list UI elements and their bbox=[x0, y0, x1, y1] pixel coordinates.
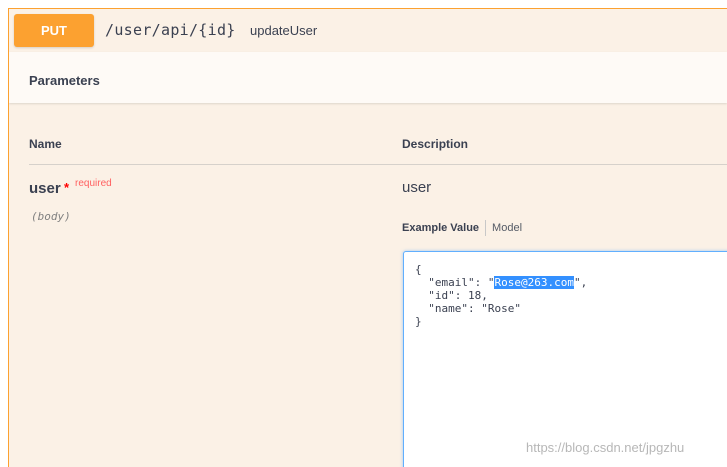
operation-summary[interactable]: PUT /user/api/{id} updateUser bbox=[9, 9, 727, 52]
required-star: * bbox=[64, 180, 70, 195]
operation-block: PUT /user/api/{id} updateUser Parameters… bbox=[8, 8, 727, 467]
column-header-description: Description bbox=[402, 137, 469, 151]
tab-divider bbox=[485, 220, 487, 236]
json-line-id: "id": 18, bbox=[415, 289, 488, 302]
selected-email-value: Rose@263.com bbox=[494, 276, 574, 289]
method-badge[interactable]: PUT bbox=[14, 14, 94, 47]
tab-example-value[interactable]: Example Value bbox=[402, 222, 479, 234]
watermark: https://blog.csdn.net/jpgzhu bbox=[526, 440, 685, 455]
operation-description: updateUser bbox=[250, 23, 318, 38]
json-line-close: } bbox=[415, 315, 422, 328]
required-label: required bbox=[75, 178, 112, 189]
parameters-section-header: Parameters bbox=[9, 52, 727, 103]
json-line-name: "name": "Rose" bbox=[415, 302, 521, 315]
request-body-editor[interactable]: { "email": "Rose@263.com", "id": 18, "na… bbox=[403, 251, 727, 467]
parameter-description: user bbox=[402, 179, 432, 196]
json-email-end: ", bbox=[573, 276, 588, 289]
json-line-open: { bbox=[415, 263, 422, 276]
tab-model[interactable]: Model bbox=[492, 222, 522, 234]
column-header-name: Name bbox=[29, 137, 62, 151]
example-tabs: Example Value Model bbox=[402, 220, 522, 236]
parameters-title: Parameters bbox=[29, 73, 100, 88]
json-line-email: "email": "Rose@263.com", bbox=[415, 276, 727, 289]
json-email-key: "email": " bbox=[415, 276, 495, 289]
parameter-name: user bbox=[29, 180, 61, 197]
operation-path: /user/api/{id} bbox=[105, 21, 236, 39]
parameter-location: (body) bbox=[31, 210, 71, 223]
header-divider bbox=[29, 164, 727, 165]
